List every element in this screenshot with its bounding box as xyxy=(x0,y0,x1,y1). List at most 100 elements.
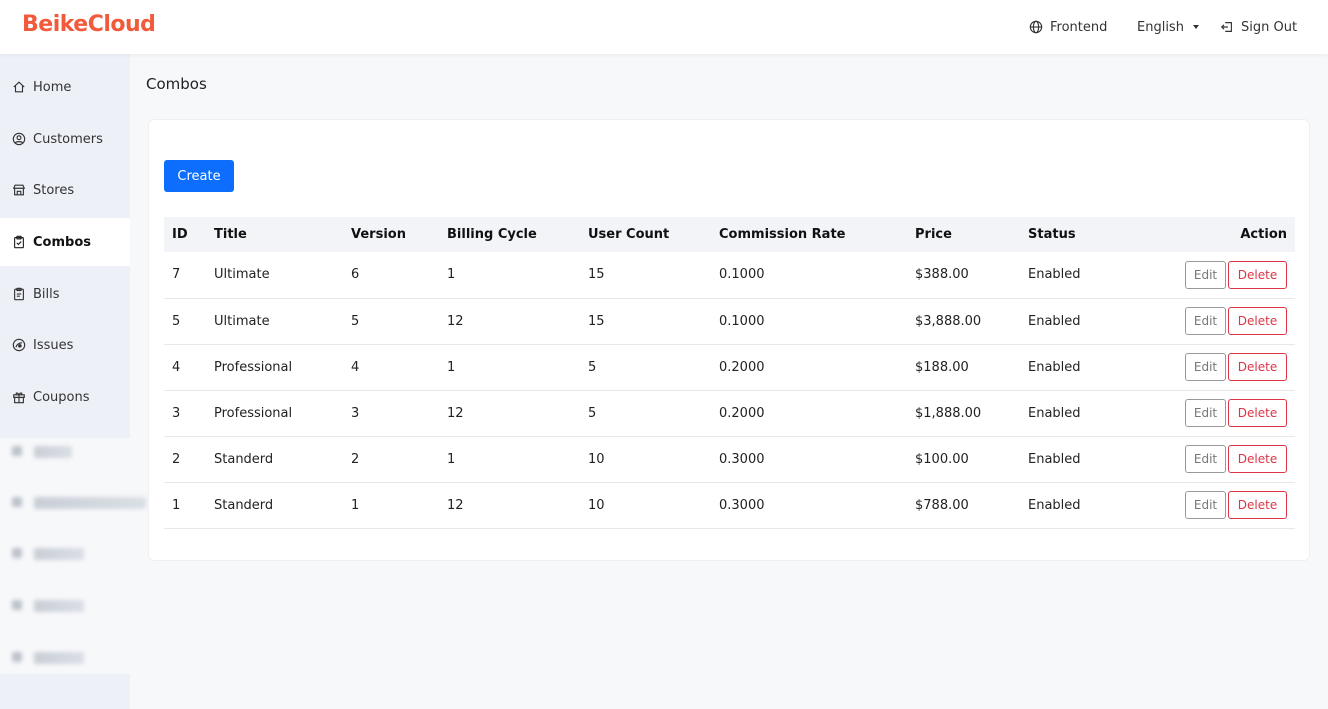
cell-price: $1,888.00 xyxy=(915,405,982,421)
table-row: 7 Ultimate 6 1 15 0.1000 $388.00 Enabled Edit Del… xyxy=(164,252,1295,298)
cell-version: 1 xyxy=(351,497,360,513)
cell-title: Standerd xyxy=(214,451,274,467)
cell-billing-cycle: 1 xyxy=(447,451,456,467)
table-row: 5 Ultimate 5 12 15 0.1000 $3,888.00 Enabled Edit… xyxy=(164,298,1295,344)
edit-button[interactable]: Edit xyxy=(1185,353,1226,381)
cell-title: Professional xyxy=(214,359,293,375)
cell-user-count: 5 xyxy=(588,405,597,421)
table-header-row: ID Title Version Billing Cycle User Coun… xyxy=(164,217,1295,252)
cell-user-count: 10 xyxy=(588,451,605,467)
cell-status: Enabled xyxy=(1028,497,1081,513)
sidebar-item-combos[interactable]: Combos xyxy=(0,218,130,266)
cell-version: 3 xyxy=(351,405,360,421)
cell-action: Edit Delete xyxy=(1140,482,1295,528)
redacted-icon xyxy=(12,600,22,610)
home-icon xyxy=(13,81,25,93)
cell-title: Ultimate xyxy=(214,267,270,283)
col-price: Price xyxy=(915,227,952,242)
sidebar-item-label: Combos xyxy=(33,234,91,250)
cell-version: 2 xyxy=(351,451,360,467)
table-row: 2 Standerd 2 1 10 0.3000 $100.00 Enabled Edit Del… xyxy=(164,436,1295,482)
edit-button[interactable]: Edit xyxy=(1185,307,1226,335)
brand-logo[interactable]: BeikeCloud xyxy=(22,12,156,37)
cell-commission-rate: 0.3000 xyxy=(719,451,765,467)
delete-button[interactable]: Delete xyxy=(1228,353,1287,381)
cell-user-count: 15 xyxy=(588,267,605,283)
cell-action: Edit Delete xyxy=(1140,344,1295,390)
language-label: English xyxy=(1137,19,1184,35)
user-circle-icon xyxy=(12,132,26,146)
col-action: Action xyxy=(1240,227,1287,242)
cell-id: 2 xyxy=(172,451,181,467)
globe-icon xyxy=(1029,20,1043,34)
redacted-label xyxy=(34,600,84,612)
redacted-label xyxy=(34,548,84,560)
signout-link[interactable]: Sign Out xyxy=(1220,18,1297,36)
language-dropdown[interactable]: English xyxy=(1137,18,1199,36)
cell-version: 4 xyxy=(351,359,360,375)
frontend-link[interactable]: Frontend xyxy=(1029,18,1107,36)
store-icon xyxy=(12,184,26,196)
redacted-label xyxy=(34,497,146,509)
cell-billing-cycle: 12 xyxy=(447,313,464,329)
sidebar-item-coupons[interactable]: Coupons xyxy=(0,373,130,421)
redacted-icon xyxy=(12,652,22,662)
edit-button[interactable]: Edit xyxy=(1185,491,1226,519)
col-id: ID xyxy=(172,227,188,242)
col-version: Version xyxy=(351,227,406,242)
sidebar-item-issues[interactable]: Issues xyxy=(0,321,130,369)
redacted-icon xyxy=(12,446,22,456)
cell-price: $788.00 xyxy=(915,497,969,513)
create-button[interactable]: Create xyxy=(164,160,234,192)
delete-button[interactable]: Delete xyxy=(1228,307,1287,335)
delete-button[interactable]: Delete xyxy=(1228,260,1287,289)
sidebar-item-label: Stores xyxy=(33,182,75,198)
cell-commission-rate: 0.1000 xyxy=(719,313,765,329)
cell-action: Edit Delete xyxy=(1140,436,1295,482)
cell-user-count: 5 xyxy=(588,359,597,375)
sidebar-item-customers[interactable]: Customers xyxy=(0,115,130,163)
frontend-label: Frontend xyxy=(1050,19,1108,35)
cell-user-count: 15 xyxy=(588,313,605,329)
edit-button[interactable]: Edit xyxy=(1185,445,1226,473)
cell-version: 6 xyxy=(351,267,360,283)
sidebar-item-stores[interactable]: Stores xyxy=(0,166,130,214)
combos-card: Create ID Title Version Billing Cycle Us… xyxy=(148,119,1310,561)
caret-down-icon xyxy=(1192,25,1199,29)
sidebar-item-label: Home xyxy=(33,79,72,95)
cell-id: 5 xyxy=(172,313,181,329)
cell-id: 4 xyxy=(172,359,181,375)
table-row: 1 Standerd 1 12 10 0.3000 $788.00 Enabled Edit De… xyxy=(164,482,1295,528)
cell-id: 3 xyxy=(172,405,181,421)
delete-button[interactable]: Delete xyxy=(1228,445,1287,473)
sidebar-item-label: Coupons xyxy=(33,389,90,405)
cell-title: Professional xyxy=(214,405,293,421)
cell-billing-cycle: 12 xyxy=(447,405,464,421)
redacted-icon xyxy=(12,497,22,507)
cell-title: Ultimate xyxy=(214,313,270,329)
col-status: Status xyxy=(1028,227,1076,242)
bill-icon xyxy=(14,287,24,301)
redacted-label xyxy=(34,652,84,664)
col-user-count: User Count xyxy=(588,227,670,242)
delete-button[interactable]: Delete xyxy=(1228,399,1287,427)
cell-id: 7 xyxy=(172,267,181,283)
cell-action: Edit Delete xyxy=(1140,298,1295,344)
edit-button[interactable]: Edit xyxy=(1185,399,1226,427)
cell-price: $100.00 xyxy=(915,451,969,467)
col-title: Title xyxy=(214,227,247,242)
sidebar-item-home[interactable]: Home xyxy=(0,63,130,111)
cell-billing-cycle: 1 xyxy=(447,359,456,375)
table-row: 4 Professional 4 1 5 0.2000 $188.00 Enabled Edit… xyxy=(164,344,1295,390)
sidebar-item-bills[interactable]: Bills xyxy=(0,270,130,318)
signout-label: Sign Out xyxy=(1241,19,1298,35)
table-row: 3 Professional 3 12 5 0.2000 $1,888.00 Enabled E… xyxy=(164,390,1295,436)
cell-status: Enabled xyxy=(1028,405,1081,421)
delete-button[interactable]: Delete xyxy=(1228,491,1287,519)
sidebar-item-label: Bills xyxy=(33,286,60,302)
cell-version: 5 xyxy=(351,313,360,329)
gift-icon xyxy=(13,392,25,404)
edit-button[interactable]: Edit xyxy=(1185,260,1226,289)
cell-user-count: 10 xyxy=(588,497,605,513)
cell-commission-rate: 0.1000 xyxy=(719,267,765,283)
